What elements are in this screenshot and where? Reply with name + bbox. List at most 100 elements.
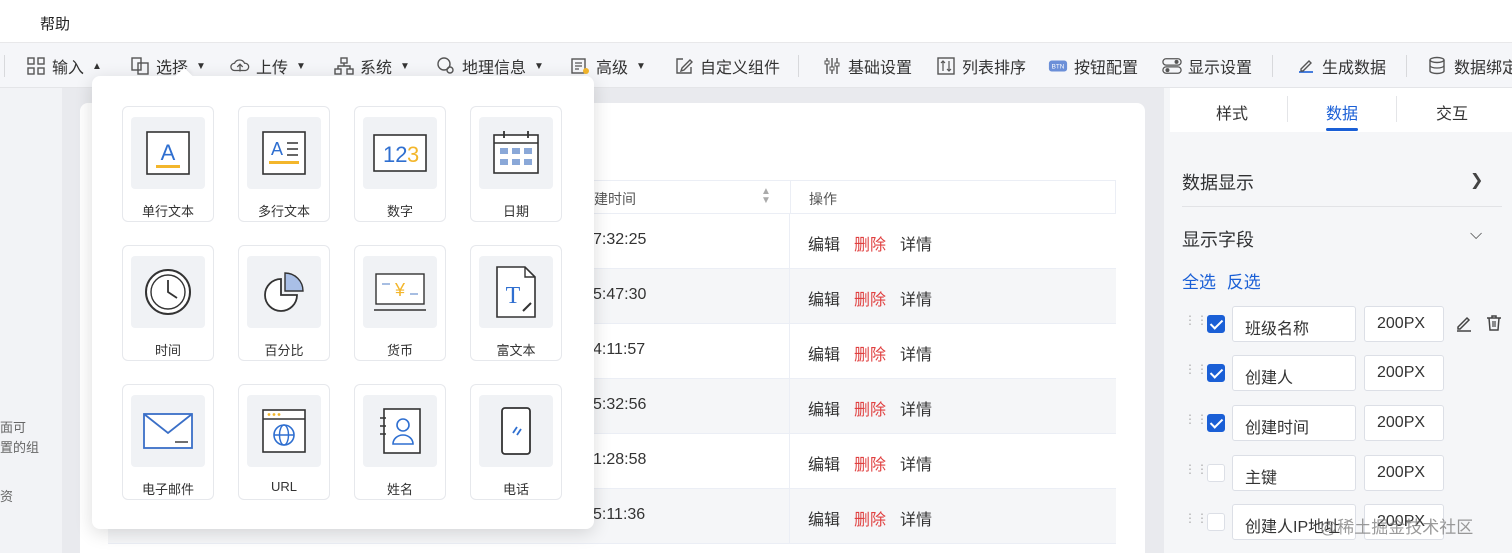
- drag-handle-icon[interactable]: ⋮⋮: [1184, 413, 1208, 431]
- property-tabs: 样式 数据 交互: [1170, 88, 1512, 132]
- select-links: 全选 反选: [1182, 268, 1267, 293]
- field-checkbox[interactable]: [1207, 414, 1225, 432]
- edit-link[interactable]: 编辑: [808, 237, 840, 254]
- tile-time[interactable]: 时间: [122, 245, 214, 361]
- toolbar-input-menu[interactable]: 输入 ▲: [26, 43, 102, 89]
- toolbar-button-config[interactable]: BTN 按钮配置: [1048, 43, 1138, 89]
- tile-single-line-text[interactable]: A 单行文本: [122, 106, 214, 222]
- menubar: 帮助: [0, 0, 1512, 42]
- edit-link[interactable]: 编辑: [808, 292, 840, 309]
- tile-multi-line-text[interactable]: A 多行文本: [238, 106, 330, 222]
- generate-icon: [1296, 56, 1316, 76]
- menu-help[interactable]: 帮助: [40, 13, 70, 34]
- field-width-input[interactable]: 200PX: [1364, 405, 1444, 441]
- toggle-icon: [1162, 56, 1182, 76]
- detail-link[interactable]: 详情: [900, 457, 932, 474]
- pie-chart-icon: [264, 272, 304, 312]
- cloud-upload-icon: [230, 56, 250, 76]
- delete-link[interactable]: 删除: [854, 292, 886, 309]
- drag-handle-icon[interactable]: ⋮⋮: [1184, 512, 1208, 530]
- toolbar-list-sort[interactable]: 列表排序: [936, 43, 1026, 89]
- section-data-display[interactable]: 数据显示: [1182, 169, 1254, 195]
- section-display-fields[interactable]: 显示字段: [1182, 226, 1254, 252]
- field-width-input[interactable]: 200PX: [1364, 306, 1444, 342]
- invert-selection-link[interactable]: 反选: [1227, 273, 1261, 292]
- detail-link[interactable]: 详情: [900, 347, 932, 364]
- field-checkbox[interactable]: [1207, 364, 1225, 382]
- edit-link[interactable]: 编辑: [808, 402, 840, 419]
- edit-link[interactable]: 编辑: [808, 347, 840, 364]
- drag-handle-icon[interactable]: ⋮⋮: [1184, 463, 1208, 481]
- tile-name[interactable]: 姓名: [354, 384, 446, 500]
- field-name-input[interactable]: 班级名称: [1232, 306, 1356, 342]
- tile-number[interactable]: 12 3 数字: [354, 106, 446, 222]
- caret-down-icon: ▼: [534, 60, 544, 72]
- clock-icon: [145, 269, 191, 315]
- edit-link[interactable]: 编辑: [808, 457, 840, 474]
- detail-link[interactable]: 详情: [900, 512, 932, 529]
- watermark: @稀土掘金技术社区: [1320, 518, 1474, 537]
- field-checkbox[interactable]: [1207, 513, 1225, 531]
- field-row: ⋮⋮ 班级名称 200PX: [1184, 306, 1512, 342]
- select-icon: [130, 56, 150, 76]
- tile-rich-text[interactable]: T 富文本: [470, 245, 562, 361]
- tile-email[interactable]: 电子邮件: [122, 384, 214, 500]
- detail-link[interactable]: 详情: [900, 292, 932, 309]
- toolbar-custom-component[interactable]: 自定义组件: [674, 43, 780, 89]
- single-line-text-icon: A: [146, 131, 190, 175]
- edit-link[interactable]: 编辑: [808, 512, 840, 529]
- tile-date[interactable]: 日期: [470, 106, 562, 222]
- drag-handle-icon[interactable]: ⋮⋮: [1184, 363, 1208, 381]
- sort-caret-icon[interactable]: ▲ ▼: [761, 187, 771, 206]
- number-icon: 12 3: [373, 134, 427, 172]
- database-icon: [1428, 56, 1448, 76]
- delete-link[interactable]: 删除: [854, 347, 886, 364]
- tile-percentage[interactable]: 百分比: [238, 245, 330, 361]
- toolbar-data-bind[interactable]: 数据绑定: [1428, 43, 1512, 89]
- tile-url[interactable]: URL: [238, 384, 330, 500]
- svg-text:12: 12: [383, 142, 407, 167]
- url-icon: [262, 409, 306, 453]
- detail-link[interactable]: 详情: [900, 402, 932, 419]
- drag-handle-icon[interactable]: ⋮⋮: [1184, 314, 1208, 332]
- email-icon: [143, 413, 193, 449]
- field-name-input[interactable]: 创建人: [1232, 355, 1356, 391]
- caret-down-icon: ▼: [296, 60, 306, 72]
- toolbar-generate-data[interactable]: 生成数据: [1296, 43, 1386, 89]
- map-pin-icon: [436, 56, 456, 76]
- tab-interaction[interactable]: 交互: [1436, 100, 1468, 124]
- field-checkbox[interactable]: [1207, 315, 1225, 333]
- left-panel: 面可 置的组 资: [0, 88, 62, 553]
- tab-style[interactable]: 样式: [1216, 100, 1248, 124]
- field-row: ⋮⋮ 创建时间 200PX: [1184, 405, 1512, 441]
- rich-text-icon: T: [496, 266, 536, 318]
- chevron-down-icon[interactable]: ⌵: [1470, 226, 1482, 244]
- delete-link[interactable]: 删除: [854, 512, 886, 529]
- tile-currency[interactable]: ¥ 货币: [354, 245, 446, 361]
- chevron-right-icon[interactable]: ❯: [1470, 170, 1483, 190]
- delete-link[interactable]: 删除: [854, 237, 886, 254]
- trash-icon[interactable]: [1484, 313, 1504, 333]
- svg-text:A: A: [161, 140, 176, 165]
- delete-link[interactable]: 删除: [854, 457, 886, 474]
- tab-data[interactable]: 数据: [1326, 100, 1358, 124]
- delete-link[interactable]: 删除: [854, 402, 886, 419]
- caret-down-icon: ▼: [196, 60, 206, 72]
- field-name-input[interactable]: 主键: [1232, 455, 1356, 491]
- active-tab-indicator: [1326, 128, 1358, 131]
- field-width-input[interactable]: 200PX: [1364, 455, 1444, 491]
- field-checkbox[interactable]: [1207, 464, 1225, 482]
- field-row: ⋮⋮ 创建人 200PX: [1184, 355, 1512, 391]
- toolbar-basic-settings[interactable]: 基础设置: [822, 43, 912, 89]
- tile-phone[interactable]: 电话: [470, 384, 562, 500]
- multi-line-text-icon: A: [262, 131, 306, 175]
- edit-icon[interactable]: [1454, 313, 1474, 333]
- field-name-input[interactable]: 创建时间: [1232, 405, 1356, 441]
- select-all-link[interactable]: 全选: [1182, 273, 1216, 292]
- toolbar-display-settings[interactable]: 显示设置: [1162, 43, 1252, 89]
- detail-link[interactable]: 详情: [900, 237, 932, 254]
- sort-icon: [936, 56, 956, 76]
- field-width-input[interactable]: 200PX: [1364, 355, 1444, 391]
- contact-icon: [380, 408, 421, 454]
- phone-icon: [501, 407, 531, 455]
